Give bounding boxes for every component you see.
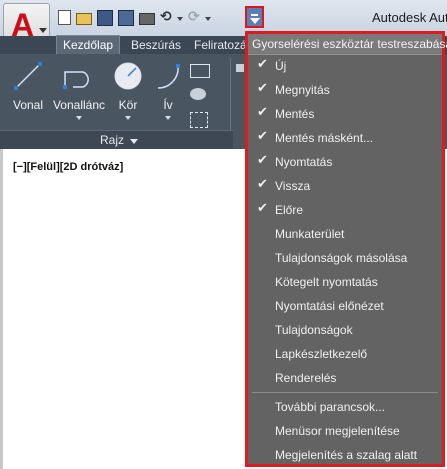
undo-dropdown-icon[interactable] xyxy=(177,17,183,21)
move-tool-button[interactable] xyxy=(236,64,244,72)
menu-item-label: Nyomtatási előnézet xyxy=(275,299,384,313)
menu-item-label: Nyomtatás xyxy=(275,155,333,169)
app-title: Autodesk Autoc xyxy=(372,10,447,25)
menu-title: Gyorselérési eszköztár testreszabása xyxy=(252,37,447,51)
tab-kezdolap[interactable]: Kezdőlap xyxy=(56,35,121,54)
customize-qat-menu: Gyorselérési eszköztár testreszabása ✔ Új… xyxy=(245,31,447,467)
checkmark-icon: ✔ xyxy=(257,81,268,96)
save-as-icon[interactable] xyxy=(118,10,134,26)
new-file-icon[interactable] xyxy=(58,10,71,25)
menu-item-label: Tulajdonságok xyxy=(275,323,353,337)
draw-group-label: Rajz xyxy=(100,133,125,147)
menu-header: Gyorselérési eszköztár testreszabása xyxy=(248,34,447,55)
menu-item[interactable]: További parancsok... xyxy=(248,395,442,419)
line-tool-label: Vonal xyxy=(12,98,44,112)
menu-item[interactable]: ✔ Új xyxy=(248,54,442,78)
undo-icon[interactable]: ⟲ xyxy=(160,10,172,24)
arc-tool-button[interactable]: Ív xyxy=(150,58,186,128)
menu-item-label: Tulajdonságok másolása xyxy=(275,251,408,265)
menu-item[interactable]: Munkaterület xyxy=(248,222,442,246)
menu-item[interactable]: Lapkészletkezelő xyxy=(248,342,442,366)
menu-item[interactable]: ✔ Nyomtatás xyxy=(248,150,442,174)
menu-item-label: Megjelenítés a szalag alatt xyxy=(275,448,418,462)
chevron-down-icon[interactable] xyxy=(165,116,171,120)
arc-tool-label: Ív xyxy=(163,98,173,112)
redo-icon[interactable]: ⟳ xyxy=(188,10,200,24)
menu-item-label: További parancsok... xyxy=(275,400,386,414)
menu-item[interactable]: Nyomtatási előnézet xyxy=(248,294,442,318)
circle-tool-button[interactable]: Kör xyxy=(108,58,148,128)
menu-item[interactable]: Kötegelt nyomtatás xyxy=(248,270,442,294)
chevron-down-icon xyxy=(130,139,138,144)
menu-item[interactable]: Tulajdonságok xyxy=(248,318,442,342)
draw-group-bar[interactable]: Rajz xyxy=(0,130,233,149)
arc-icon xyxy=(157,64,180,89)
tab-beszuras[interactable]: Beszúrás xyxy=(125,36,187,54)
print-icon[interactable] xyxy=(139,13,155,25)
menu-separator xyxy=(252,392,438,393)
circle-tool-label: Kör xyxy=(118,98,138,112)
chevron-down-icon xyxy=(39,28,47,33)
menu-item[interactable]: Megjelenítés a szalag alatt xyxy=(248,443,442,467)
menu-item[interactable]: ✔ Mentés másként... xyxy=(248,126,442,150)
menu-item-label: Új xyxy=(275,59,287,73)
customize-quick-access-toolbar-button[interactable] xyxy=(245,6,264,28)
menu-item[interactable]: Renderelés xyxy=(248,366,442,390)
hatch-tool-button[interactable] xyxy=(190,88,206,100)
line-tool-button[interactable]: Vonal xyxy=(8,58,48,128)
open-folder-icon[interactable] xyxy=(76,13,92,25)
menu-item[interactable]: ✔ Vissza xyxy=(248,174,442,198)
checkmark-icon: ✔ xyxy=(257,153,268,168)
checkmark-icon: ✔ xyxy=(257,57,268,72)
circle-icon xyxy=(114,62,142,90)
menu-item-label: Renderelés xyxy=(275,371,337,385)
menu-item[interactable]: ✔ Előre xyxy=(248,198,442,222)
menu-item-label: Mentés xyxy=(275,107,315,121)
menu-line-icon xyxy=(251,14,258,16)
menu-item[interactable]: Tulajdonságok másolása xyxy=(248,246,442,270)
checkmark-icon: ✔ xyxy=(257,105,268,120)
menu-item-label: Előre xyxy=(275,203,304,217)
polyline-tool-button[interactable]: Vonallánc xyxy=(50,58,108,128)
checkmark-icon: ✔ xyxy=(257,201,268,216)
checkmark-icon: ✔ xyxy=(257,177,268,192)
menu-item-label: Megnyitás xyxy=(275,83,330,97)
line-icon xyxy=(14,62,42,90)
redo-dropdown-icon[interactable] xyxy=(205,17,211,21)
menu-item-label: Vissza xyxy=(275,179,311,193)
menu-item-label: Menüsor megjelenítése xyxy=(275,424,400,438)
chevron-down-icon[interactable] xyxy=(125,116,131,120)
polyline-tool-label: Vonallánc xyxy=(52,98,106,112)
drawing-canvas[interactable]: [−][Felül][2D drótváz] xyxy=(0,149,247,469)
menu-item[interactable]: Menüsor megjelenítése xyxy=(248,419,442,443)
polyline-icon xyxy=(63,71,89,89)
chevron-down-icon[interactable] xyxy=(76,116,82,120)
quick-access-toolbar: ⟲ ⟳ xyxy=(58,10,211,28)
rectangle-tool-button[interactable] xyxy=(190,64,210,78)
menu-item-label: Munkaterület xyxy=(275,227,345,241)
chevron-down-icon xyxy=(250,18,260,24)
menu-item-label: Kötegelt nyomtatás xyxy=(275,275,378,289)
save-icon[interactable] xyxy=(97,10,113,26)
checkmark-icon: ✔ xyxy=(257,129,268,144)
menu-item-label: Lapkészletkezelő xyxy=(275,347,368,361)
menu-item[interactable]: ✔ Mentés xyxy=(248,102,442,126)
region-tool-button[interactable] xyxy=(190,112,208,128)
menu-item-label: Mentés másként... xyxy=(275,131,374,145)
menu-item[interactable]: ✔ Megnyitás xyxy=(248,78,442,102)
viewport-controls-label[interactable]: [−][Felül][2D drótváz] xyxy=(13,161,123,173)
